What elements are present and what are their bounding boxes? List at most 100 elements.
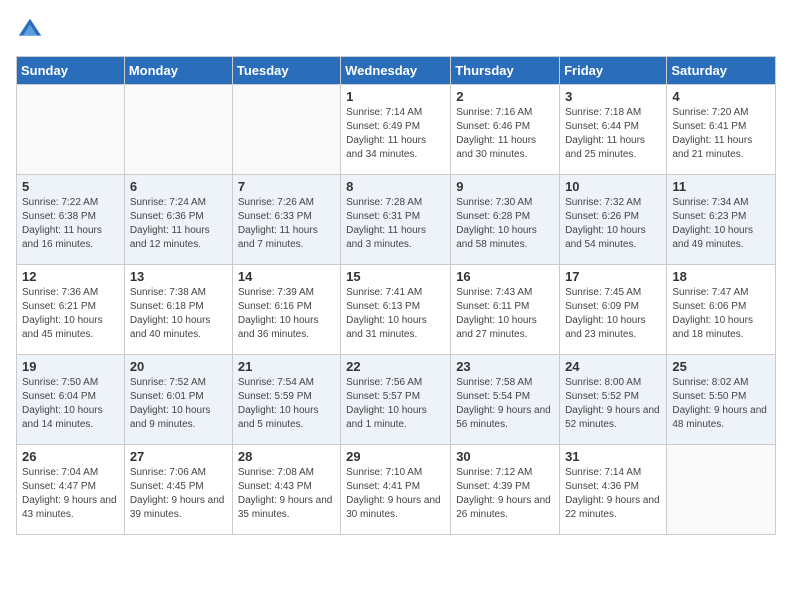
day-number: 7 [238,179,335,194]
weekday-header-saturday: Saturday [667,57,776,85]
day-info: Sunrise: 7:43 AMSunset: 6:11 PMDaylight:… [456,286,554,342]
logo [16,16,48,44]
day-number: 31 [565,449,661,464]
calendar-day: 15 Sunrise: 7:41 AMSunset: 6:13 PMDayligh… [341,265,451,355]
day-info: Sunrise: 7:12 AMSunset: 4:39 PMDaylight:… [456,466,554,522]
day-info: Sunrise: 8:00 AMSunset: 5:52 PMDaylight:… [565,376,661,432]
calendar-day: 1 Sunrise: 7:14 AMSunset: 6:49 PMDaylight… [341,85,451,175]
calendar-day: 17 Sunrise: 7:45 AMSunset: 6:09 PMDayligh… [560,265,667,355]
day-info: Sunrise: 7:54 AMSunset: 5:59 PMDaylight:… [238,376,335,432]
day-info: Sunrise: 7:16 AMSunset: 6:46 PMDaylight:… [456,106,554,162]
day-number: 26 [22,449,119,464]
calendar-day: 16Sunrise: 7:43 AMSunset: 6:11 PMDayligh… [451,265,560,355]
calendar-day [667,445,776,535]
calendar-week-1: 1 Sunrise: 7:14 AMSunset: 6:49 PMDaylight… [17,85,776,175]
day-info: Sunrise: 7:26 AMSunset: 6:33 PMDaylight:… [238,196,335,252]
day-number: 25 [672,359,770,374]
day-info: Sunrise: 7:34 AMSunset: 6:23 PMDaylight:… [672,196,770,252]
weekday-header-monday: Monday [124,57,232,85]
day-number: 15 [346,269,445,284]
calendar-day: 11 Sunrise: 7:34 AMSunset: 6:23 PMDayligh… [667,175,776,265]
day-info: Sunrise: 7:22 AMSunset: 6:38 PMDaylight:… [22,196,119,252]
calendar-week-5: 26 Sunrise: 7:04 AMSunset: 4:47 PMDayligh… [17,445,776,535]
calendar-day: 6 Sunrise: 7:24 AMSunset: 6:36 PMDaylight… [124,175,232,265]
day-info: Sunrise: 7:36 AMSunset: 6:21 PMDaylight:… [22,286,119,342]
day-info: Sunrise: 7:52 AMSunset: 6:01 PMDaylight:… [130,376,227,432]
weekday-header-thursday: Thursday [451,57,560,85]
day-number: 1 [346,89,445,104]
day-info: Sunrise: 7:47 AMSunset: 6:06 PMDaylight:… [672,286,770,342]
calendar-table: SundayMondayTuesdayWednesdayThursdayFrid… [16,56,776,535]
day-number: 28 [238,449,335,464]
day-number: 6 [130,179,227,194]
calendar-day: 22 Sunrise: 7:56 AMSunset: 5:57 PMDayligh… [341,355,451,445]
calendar-day [17,85,125,175]
day-number: 20 [130,359,227,374]
day-info: Sunrise: 8:02 AMSunset: 5:50 PMDaylight:… [672,376,770,432]
day-info: Sunrise: 7:18 AMSunset: 6:44 PMDaylight:… [565,106,661,162]
day-number: 24 [565,359,661,374]
day-number: 18 [672,269,770,284]
day-number: 8 [346,179,445,194]
day-number: 10 [565,179,661,194]
calendar-day: 26 Sunrise: 7:04 AMSunset: 4:47 PMDayligh… [17,445,125,535]
day-info: Sunrise: 7:08 AMSunset: 4:43 PMDaylight:… [238,466,335,522]
day-info: Sunrise: 7:56 AMSunset: 5:57 PMDaylight:… [346,376,445,432]
day-info: Sunrise: 7:14 AMSunset: 4:36 PMDaylight:… [565,466,661,522]
calendar-day: 5 Sunrise: 7:22 AMSunset: 6:38 PMDaylight… [17,175,125,265]
day-info: Sunrise: 7:24 AMSunset: 6:36 PMDaylight:… [130,196,227,252]
calendar-day: 10 Sunrise: 7:32 AMSunset: 6:26 PMDayligh… [560,175,667,265]
weekday-header-sunday: Sunday [17,57,125,85]
calendar-day: 27 Sunrise: 7:06 AMSunset: 4:45 PMDayligh… [124,445,232,535]
day-number: 19 [22,359,119,374]
page-header [16,16,776,44]
calendar-day: 18 Sunrise: 7:47 AMSunset: 6:06 PMDayligh… [667,265,776,355]
day-info: Sunrise: 7:30 AMSunset: 6:28 PMDaylight:… [456,196,554,252]
day-number: 30 [456,449,554,464]
weekday-header-wednesday: Wednesday [341,57,451,85]
weekday-header-tuesday: Tuesday [232,57,340,85]
calendar-day: 13Sunrise: 7:38 AMSunset: 6:18 PMDayligh… [124,265,232,355]
calendar-day: 31 Sunrise: 7:14 AMSunset: 4:36 PMDayligh… [560,445,667,535]
day-number: 29 [346,449,445,464]
calendar-day: 2 Sunrise: 7:16 AMSunset: 6:46 PMDaylight… [451,85,560,175]
weekday-header-friday: Friday [560,57,667,85]
day-info: Sunrise: 7:45 AMSunset: 6:09 PMDaylight:… [565,286,661,342]
day-number: 3 [565,89,661,104]
calendar-day: 24 Sunrise: 8:00 AMSunset: 5:52 PMDayligh… [560,355,667,445]
calendar-day: 25 Sunrise: 8:02 AMSunset: 5:50 PMDayligh… [667,355,776,445]
day-number: 9 [456,179,554,194]
day-number: 4 [672,89,770,104]
day-info: Sunrise: 7:10 AMSunset: 4:41 PMDaylight:… [346,466,445,522]
calendar-day: 28 Sunrise: 7:08 AMSunset: 4:43 PMDayligh… [232,445,340,535]
calendar-day: 3 Sunrise: 7:18 AMSunset: 6:44 PMDaylight… [560,85,667,175]
day-number: 23 [456,359,554,374]
calendar-day: 20 Sunrise: 7:52 AMSunset: 6:01 PMDayligh… [124,355,232,445]
calendar-day [124,85,232,175]
day-number: 17 [565,269,661,284]
day-info: Sunrise: 7:38 AMSunset: 6:18 PMDaylight:… [130,286,227,342]
day-info: Sunrise: 7:32 AMSunset: 6:26 PMDaylight:… [565,196,661,252]
day-number: 12 [22,269,119,284]
calendar-day: 9 Sunrise: 7:30 AMSunset: 6:28 PMDaylight… [451,175,560,265]
day-number: 21 [238,359,335,374]
calendar-day [232,85,340,175]
day-number: 14 [238,269,335,284]
calendar-day: 23 Sunrise: 7:58 AMSunset: 5:54 PMDayligh… [451,355,560,445]
day-number: 2 [456,89,554,104]
day-info: Sunrise: 7:41 AMSunset: 6:13 PMDaylight:… [346,286,445,342]
day-info: Sunrise: 7:04 AMSunset: 4:47 PMDaylight:… [22,466,119,522]
day-info: Sunrise: 7:58 AMSunset: 5:54 PMDaylight:… [456,376,554,432]
weekday-header-row: SundayMondayTuesdayWednesdayThursdayFrid… [17,57,776,85]
day-number: 11 [672,179,770,194]
day-info: Sunrise: 7:06 AMSunset: 4:45 PMDaylight:… [130,466,227,522]
day-number: 22 [346,359,445,374]
day-number: 27 [130,449,227,464]
day-info: Sunrise: 7:50 AMSunset: 6:04 PMDaylight:… [22,376,119,432]
calendar-week-3: 12 Sunrise: 7:36 AMSunset: 6:21 PMDayligh… [17,265,776,355]
day-number: 5 [22,179,119,194]
logo-icon [16,16,44,44]
calendar-week-4: 19 Sunrise: 7:50 AMSunset: 6:04 PMDayligh… [17,355,776,445]
day-info: Sunrise: 7:14 AMSunset: 6:49 PMDaylight:… [346,106,445,162]
calendar-day: 12 Sunrise: 7:36 AMSunset: 6:21 PMDayligh… [17,265,125,355]
